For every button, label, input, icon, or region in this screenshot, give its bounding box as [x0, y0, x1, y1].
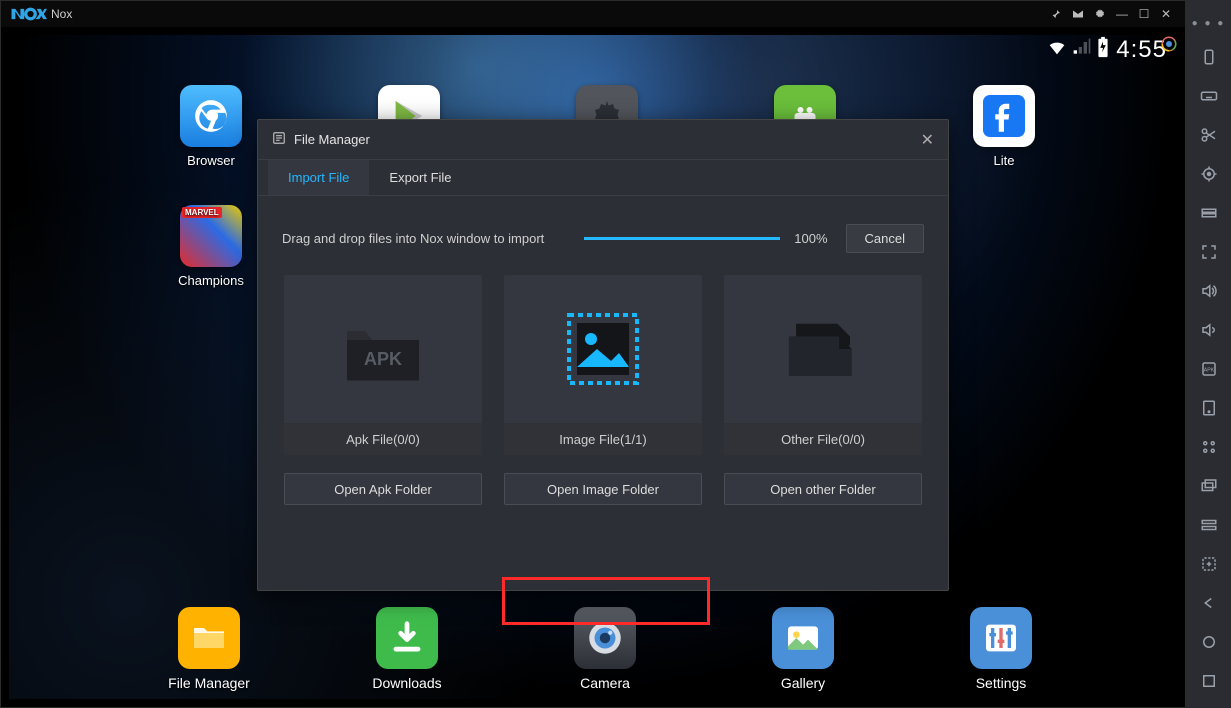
- app-champions[interactable]: MARVEL Champions: [161, 205, 261, 288]
- nox-logo: [9, 5, 47, 23]
- app-browser[interactable]: Browser: [161, 85, 261, 168]
- dock-label: Downloads: [357, 675, 457, 691]
- dock-downloads[interactable]: Downloads: [357, 607, 457, 691]
- open-other-folder-button[interactable]: Open other Folder: [724, 473, 922, 505]
- open-apk-folder-button[interactable]: Open Apk Folder: [284, 473, 482, 505]
- dock-label: Settings: [951, 675, 1051, 691]
- scissors-icon[interactable]: [1194, 120, 1224, 150]
- mail-icon[interactable]: [1067, 3, 1089, 25]
- tab-export[interactable]: Export File: [369, 160, 471, 195]
- drag-hint: Drag and drop files into Nox window to i…: [282, 231, 544, 246]
- dock-gallery[interactable]: Gallery: [753, 607, 853, 691]
- dock-label: Gallery: [753, 675, 853, 691]
- wifi-icon: [1046, 36, 1068, 64]
- dock-settings[interactable]: Settings: [951, 607, 1051, 691]
- screenshot-icon[interactable]: [1194, 471, 1224, 501]
- card-image[interactable]: Image File(1/1): [504, 275, 702, 455]
- location-icon[interactable]: [1194, 159, 1224, 189]
- cancel-button[interactable]: Cancel: [846, 224, 924, 253]
- close-icon[interactable]: ✕: [1155, 3, 1177, 25]
- minimize-icon[interactable]: —: [1111, 3, 1133, 25]
- android-screen: 4:55 Browser MARVEL Champions Lite: [9, 35, 1177, 699]
- layers-icon[interactable]: [1194, 198, 1224, 228]
- emulator-toolbar: ● ● ● APK: [1186, 0, 1231, 708]
- back-icon[interactable]: [1194, 588, 1224, 618]
- emulator-window: Nox — ☐ ✕ 4:55 Browser MARVEL Champi: [0, 0, 1186, 708]
- app-label: Champions: [161, 273, 261, 288]
- maximize-icon[interactable]: ☐: [1133, 3, 1155, 25]
- app-label: Browser: [161, 153, 261, 168]
- pin-icon[interactable]: [1045, 3, 1067, 25]
- recent-icon[interactable]: [1194, 666, 1224, 696]
- card-apk[interactable]: APK Apk File(0/0): [284, 275, 482, 455]
- chrome-indicator-icon: [1160, 35, 1177, 53]
- card-other[interactable]: Other File(0/0): [724, 275, 922, 455]
- multi-instance-icon[interactable]: [1194, 510, 1224, 540]
- app-label: Lite: [954, 153, 1054, 168]
- card-image-label: Image File(1/1): [504, 423, 702, 455]
- file-manager-modal: File Manager ✕ Import File Export File D…: [257, 119, 949, 591]
- progress-row: Drag and drop files into Nox window to i…: [258, 196, 948, 275]
- modal-title: File Manager: [294, 132, 370, 147]
- titlebar: Nox — ☐ ✕: [1, 1, 1185, 27]
- gear-icon[interactable]: [1089, 3, 1111, 25]
- file-icon: [272, 131, 286, 148]
- tab-import[interactable]: Import File: [268, 160, 369, 195]
- svg-text:APK: APK: [364, 349, 402, 369]
- dock-camera[interactable]: Camera: [555, 607, 655, 691]
- progress-percent: 100%: [794, 231, 827, 246]
- controls-icon[interactable]: [1194, 432, 1224, 462]
- open-image-folder-button[interactable]: Open Image Folder: [504, 473, 702, 505]
- add-icon[interactable]: [1194, 549, 1224, 579]
- folder-icon[interactable]: [1194, 393, 1224, 423]
- modal-header: File Manager ✕: [258, 120, 948, 160]
- card-other-label: Other File(0/0): [724, 423, 922, 455]
- more-icon[interactable]: ● ● ●: [1192, 18, 1226, 29]
- dock-label: Camera: [555, 675, 655, 691]
- card-apk-label: Apk File(0/0): [284, 423, 482, 455]
- volume-down-icon[interactable]: [1194, 315, 1224, 345]
- dock-label: File Manager: [159, 675, 259, 691]
- fullscreen-icon[interactable]: [1194, 237, 1224, 267]
- modal-tabs: Import File Export File: [258, 160, 948, 196]
- modal-close-icon[interactable]: ✕: [921, 130, 934, 150]
- home-icon[interactable]: [1194, 627, 1224, 657]
- app-lite[interactable]: Lite: [954, 85, 1054, 168]
- progress-bar: [584, 237, 780, 240]
- window-title: Nox: [51, 7, 72, 21]
- android-statusbar: 4:55: [9, 35, 1177, 65]
- volume-up-icon[interactable]: [1194, 276, 1224, 306]
- battery-icon: [1096, 36, 1110, 64]
- svg-text:APK: APK: [1203, 367, 1214, 373]
- signal-icon: [1072, 37, 1092, 63]
- rotate-icon[interactable]: [1194, 42, 1224, 72]
- keyboard-icon[interactable]: [1194, 81, 1224, 111]
- apk-install-icon[interactable]: APK: [1194, 354, 1224, 384]
- dock-file-manager[interactable]: File Manager: [159, 607, 259, 691]
